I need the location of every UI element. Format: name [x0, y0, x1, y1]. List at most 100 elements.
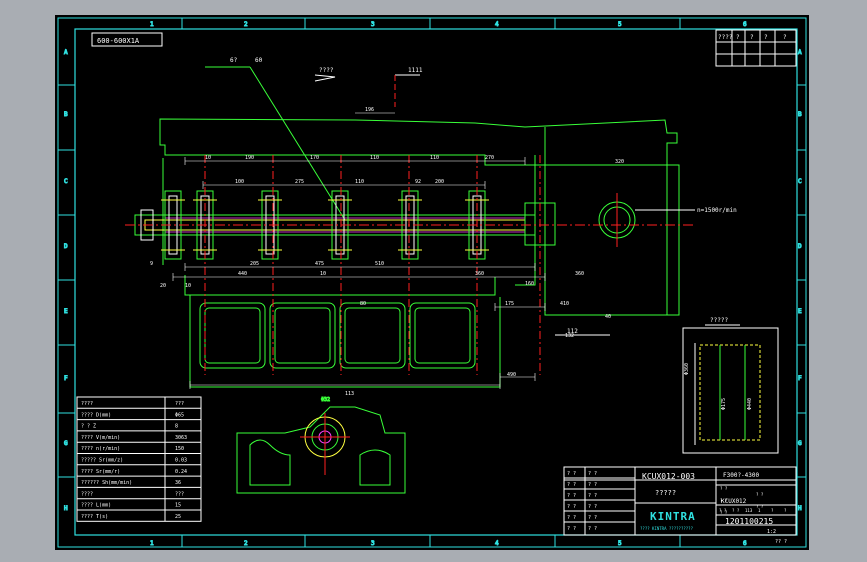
- grid-column-label: 5: [618, 21, 622, 28]
- drawing-number: KCUX012-003: [642, 472, 695, 481]
- param-value: 0.03: [175, 458, 187, 464]
- param-value: 25: [175, 514, 181, 520]
- grid-row-label: A: [64, 49, 68, 56]
- grid-row-label: F: [798, 375, 802, 382]
- grid-row-label: A: [798, 49, 802, 56]
- cylinder-bore: [199, 302, 266, 369]
- param-value: 15: [175, 503, 181, 509]
- revision-cell: ?: [750, 34, 754, 41]
- approval-cell: ? ?: [720, 486, 728, 491]
- dimension-value: 113: [345, 391, 354, 397]
- signature-cell: ? ?: [567, 515, 576, 521]
- grid-row-label: H: [798, 505, 802, 512]
- side-dim: Φ360: [684, 363, 690, 375]
- param-value: 150: [175, 446, 184, 452]
- revision-table: ???? ? ? ? ?: [715, 29, 797, 67]
- param-value: 8: [175, 424, 178, 430]
- cylinder-bore-inner: [274, 307, 331, 364]
- dimension-value: 10: [205, 155, 211, 161]
- signature-cell: ? ?: [588, 493, 597, 499]
- corner-stamp: 600-600X1A: [97, 37, 140, 45]
- dimension-value: 110: [430, 155, 439, 161]
- signature-cell: ? ?: [588, 504, 597, 510]
- cylinder-bore-inner: [414, 307, 471, 364]
- grid-row-label: D: [798, 243, 802, 250]
- param-name: ???? n(r/min): [81, 446, 120, 452]
- signature-cell: ? ?: [588, 482, 597, 488]
- material-spec: F300?-4300: [723, 472, 760, 479]
- grid-column-label: 4: [495, 540, 499, 547]
- signature-cell: ? ?: [567, 482, 576, 488]
- side-view: Φ360 Φ175 Φ440: [682, 327, 779, 454]
- param-name: ???? V(m/min): [81, 435, 120, 441]
- dimension-value: 170: [310, 155, 319, 161]
- param-value: ???: [175, 491, 184, 497]
- param-name: ?????? Sh(mm/min): [81, 480, 132, 486]
- dimension-value: 175: [505, 301, 514, 307]
- dimension-value: 100: [235, 179, 244, 185]
- cylinder-blocks: [199, 302, 476, 369]
- dimension-value: 10: [320, 271, 326, 277]
- grid-column-label: 3: [371, 21, 375, 28]
- param-value: 3063: [175, 435, 187, 441]
- dimension-value: 360: [475, 271, 484, 277]
- revision-cell: ?: [764, 34, 768, 41]
- page-label: ?? ?: [775, 539, 787, 545]
- signature-cell: ? ?: [588, 515, 597, 521]
- dimension-value: 490: [507, 372, 516, 378]
- dimension-value: 160: [525, 281, 534, 287]
- dimension-value: 510: [375, 261, 384, 267]
- grid-row-label: E: [64, 308, 68, 315]
- side-dim: Φ440: [747, 398, 753, 410]
- section-label: ?????: [710, 317, 728, 324]
- param-name: ????: [81, 401, 93, 407]
- approval-cell: ? ?: [756, 492, 764, 497]
- dimension-value: 190: [245, 155, 254, 161]
- scale-cell: ? ?: [719, 508, 727, 513]
- grid-column-label: 6: [743, 540, 747, 547]
- section-dim: Φ32: [321, 397, 330, 403]
- sheet-count: 1:2: [767, 529, 776, 535]
- grid-row-label: E: [798, 308, 802, 315]
- param-value: 36: [175, 480, 181, 486]
- signature-cell: ? ?: [567, 471, 576, 477]
- revision-cell: ????: [718, 34, 733, 41]
- scale-cell: ?: [784, 508, 787, 513]
- cutting-parameters-table: ??????? ???? D(mm) Φ65 ? ? Z 8 ???? V(m/min) 3…: [76, 396, 202, 522]
- grid-column-label: 1: [150, 540, 154, 547]
- grid-column-label: 5: [618, 540, 622, 547]
- dimension-value: 275: [295, 179, 304, 185]
- signature-cell: ? ?: [567, 504, 576, 510]
- cylinder-bore: [269, 302, 336, 369]
- signature-cell: ? ?: [588, 471, 597, 477]
- cylinder-bore: [409, 302, 476, 369]
- dimension-value: 475: [315, 261, 324, 267]
- grid-row-label: G: [64, 440, 68, 447]
- dimension-value: 196: [365, 107, 374, 113]
- revision-cell: ?: [736, 34, 740, 41]
- param-name: ????? Sr(mm/z): [81, 458, 123, 464]
- signature-cell: ? ?: [588, 526, 597, 532]
- scale-cell: ? ?: [732, 508, 740, 513]
- grid-row-label: C: [798, 178, 802, 185]
- cross-section-view: Φ32: [236, 397, 406, 494]
- dimension-value: 40: [605, 314, 611, 320]
- scale-cell: 113: [745, 508, 753, 513]
- approval-cell: ? ?: [720, 498, 728, 503]
- dimension-value: 205: [250, 261, 259, 267]
- cylinder-bore-inner: [344, 307, 401, 364]
- dimension-value: 9: [150, 261, 153, 267]
- motor-leader-value: 112: [567, 328, 578, 335]
- param-name: ???? L(mm): [81, 503, 111, 509]
- grid-row-label: H: [64, 505, 68, 512]
- note-arrow: ????: [319, 67, 334, 74]
- dimension-value: 200: [435, 179, 444, 185]
- dimension-value: 270: [485, 155, 494, 161]
- grid-row-label: B: [798, 111, 802, 118]
- param-name: ???? T(s): [81, 514, 108, 520]
- grid-column-label: 2: [244, 21, 248, 28]
- param-value: 0.24: [175, 469, 187, 475]
- grid-column-label: 3: [371, 540, 375, 547]
- cylinder-bore: [339, 302, 406, 369]
- dimension-value: 360: [575, 271, 584, 277]
